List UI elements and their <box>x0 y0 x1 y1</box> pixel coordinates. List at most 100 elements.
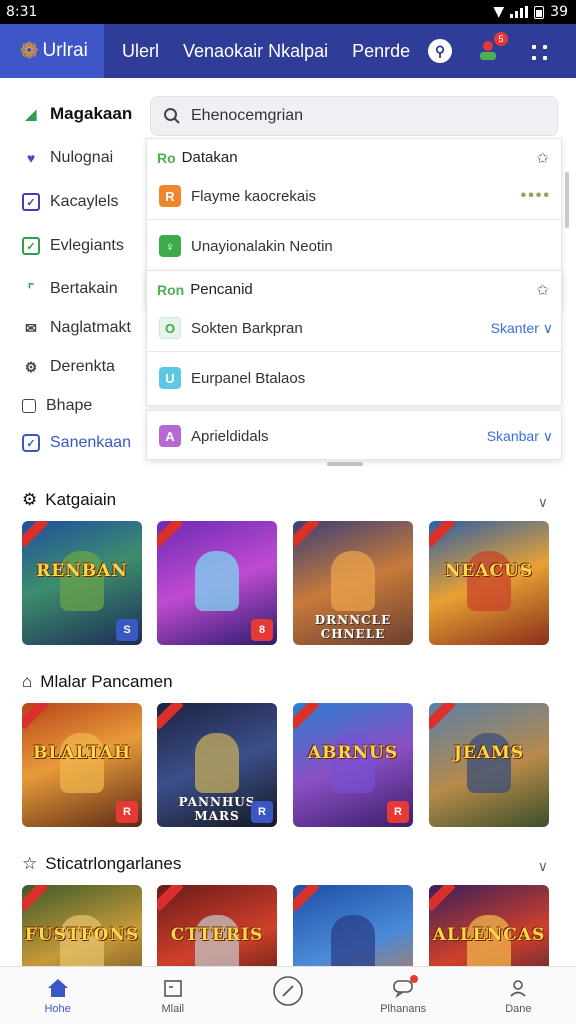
game-tile[interactable]: BLALTAH R <box>22 703 142 827</box>
results-panel-3: A Aprieldidals Skanbar ∨ <box>146 410 562 460</box>
section-title: ⚙ Katgaiain <box>22 490 116 510</box>
header-nav-item-2[interactable]: Venaokair Nkalpai <box>183 41 328 62</box>
result-icon: U <box>159 367 181 389</box>
game-title-art: FUSTFONS <box>24 925 140 945</box>
section-title-text: Mlalar Pancamen <box>40 672 173 691</box>
result-icon: R <box>159 185 181 207</box>
battery-icon <box>534 5 545 19</box>
section-title: ☆ Sticatrlongarlanes <box>22 854 181 874</box>
app-logo[interactable]: ❁ Urlrai <box>0 24 104 78</box>
sidebar-item-label: Nulognai <box>50 149 114 166</box>
sidebar-item-label: Kacaylels <box>50 193 119 210</box>
pin-icon[interactable]: ✩ <box>536 149 549 167</box>
status-time: 8:31 <box>6 4 38 20</box>
game-title-art: CTTERIS <box>170 925 264 945</box>
nav-label: Plhanans <box>380 1003 427 1015</box>
hero-figure <box>331 551 375 611</box>
user-icon[interactable]: 5 <box>474 32 508 64</box>
sidebar-item-label: Magakaan <box>50 104 133 123</box>
header-nav-item-3[interactable]: Penrde <box>352 41 410 62</box>
game-tile[interactable]: NEACUS <box>429 521 549 645</box>
hero-figure <box>467 551 511 611</box>
chat-alert-dot <box>409 975 418 983</box>
result-row[interactable]: O Sokten Barkpran Skanter ∨ <box>147 311 563 345</box>
checkbox-icon: ✓ <box>22 193 40 211</box>
sidebar-item-2[interactable]: ♥ Nulognai <box>22 149 113 167</box>
gear-icon: ⚙ <box>22 490 38 509</box>
sidebar-item-4[interactable]: ✓ Evlegiants <box>22 237 124 255</box>
nav-discover[interactable] <box>230 967 345 1024</box>
game-title-art: ABRNUS <box>307 743 399 763</box>
nav-profile[interactable]: Dane <box>461 967 576 1024</box>
dropdown-scrollbar[interactable] <box>565 172 569 228</box>
game-tile[interactable]: JEAMS <box>429 703 549 827</box>
sidebar-item-3[interactable]: ✓ Kacaylels <box>22 193 118 211</box>
nav-mail[interactable]: Mlail <box>115 967 230 1024</box>
chevron-down-icon[interactable]: ∨ <box>538 858 548 875</box>
sidebar-item-label: Derenkta <box>50 358 115 375</box>
check-circle-icon: ✓ <box>22 237 40 255</box>
game-tile[interactable]: ABRNUS R <box>293 703 413 827</box>
mail-icon: ✉ <box>25 319 37 336</box>
platform-badge: 8 <box>251 619 273 641</box>
chevron-down-icon[interactable]: ∨ <box>538 494 548 511</box>
result-icon: ♀ <box>159 235 181 257</box>
result-row[interactable]: U Eurpanel Btalaos <box>147 361 563 395</box>
result-action-link[interactable]: Skanbar ∨ <box>487 428 553 445</box>
drag-handle[interactable] <box>327 462 363 466</box>
wifi-icon: ▼ <box>493 4 505 20</box>
game-tile[interactable]: 8 <box>157 521 277 645</box>
home-icon <box>46 977 70 999</box>
pin-icon[interactable]: ✩ <box>536 281 549 299</box>
search-input[interactable]: Ehenocemgrian <box>150 96 558 136</box>
platform-badge: R <box>116 801 138 823</box>
result-trail[interactable]: •••• <box>521 187 551 205</box>
sidebar-item-7[interactable]: ⚙ Derenkta <box>22 358 115 376</box>
nav-label: Hohe <box>44 1003 71 1015</box>
result-label: Unayionalakin Neotin <box>191 237 333 255</box>
section-heading-text: Datakan <box>181 149 238 166</box>
sidebar-item-5[interactable]: ⌜ Bertakain <box>22 280 118 298</box>
result-label: Flayme kaocrekais <box>191 187 317 205</box>
status-bar: 8:31 ▼ 39 <box>0 0 576 24</box>
game-title-art: NEACUS <box>444 561 534 581</box>
results-section-heading: Ro Datakan ✩ <box>147 149 563 167</box>
sidebar-item-8[interactable]: Bhape <box>22 397 92 415</box>
key-icon[interactable]: ⚲ <box>428 39 452 63</box>
nav-label: Dane <box>505 1003 532 1015</box>
header-nav-item-1[interactable]: Ulerl <box>122 41 159 62</box>
hero-figure <box>195 551 239 611</box>
bottom-nav: Hohe Mlail Plhanans Dane <box>0 966 576 1024</box>
platform-badge: R <box>251 801 273 823</box>
result-row[interactable]: ♀ Unayionalakin Neotin <box>147 229 563 263</box>
hero-figure <box>331 733 375 793</box>
status-icons: ▼ 39 <box>493 4 568 20</box>
nav-home[interactable]: Hohe <box>0 967 115 1024</box>
game-tile[interactable]: DRNNCLE CHNELE <box>293 521 413 645</box>
hero-figure <box>467 733 511 793</box>
section-heading-text: Pencanid <box>190 281 253 298</box>
result-row[interactable]: A Aprieldidals Skanbar ∨ <box>147 419 563 453</box>
heart-icon: ♥ <box>26 150 36 166</box>
search-icon <box>164 108 180 124</box>
result-action-link[interactable]: Skanter ∨ <box>491 320 553 337</box>
sidebar-item-1[interactable]: ◢ Magakaan <box>22 104 133 124</box>
sidebar-item-6[interactable]: ✉ Naglatmakt <box>22 319 131 337</box>
profile-icon <box>506 977 530 999</box>
bracket-icon: ⌜ <box>27 280 35 297</box>
result-row[interactable]: R Flayme kaocrekais •••• <box>147 179 563 213</box>
result-label: Eurpanel Btalaos <box>191 369 306 387</box>
result-label: Sokten Barkpran <box>191 319 303 337</box>
result-icon: A <box>159 425 181 447</box>
game-tile[interactable]: RENBAN S <box>22 521 142 645</box>
game-tile[interactable]: PANNHUS MARS R <box>157 703 277 827</box>
signal-icon <box>510 6 529 18</box>
nav-label: Mlail <box>161 1003 185 1015</box>
square-icon <box>22 399 36 413</box>
more-grid-icon[interactable] <box>532 44 548 60</box>
sidebar-item-9[interactable]: ✓ Sanenkaan <box>22 434 131 452</box>
nav-chat[interactable]: Plhanans <box>346 967 461 1024</box>
game-title-art: JEAMS <box>453 743 525 763</box>
game-title-art: DRNNCLE CHNELE <box>314 613 392 641</box>
section-title: ⌂ Mlalar Pancamen <box>22 672 173 692</box>
